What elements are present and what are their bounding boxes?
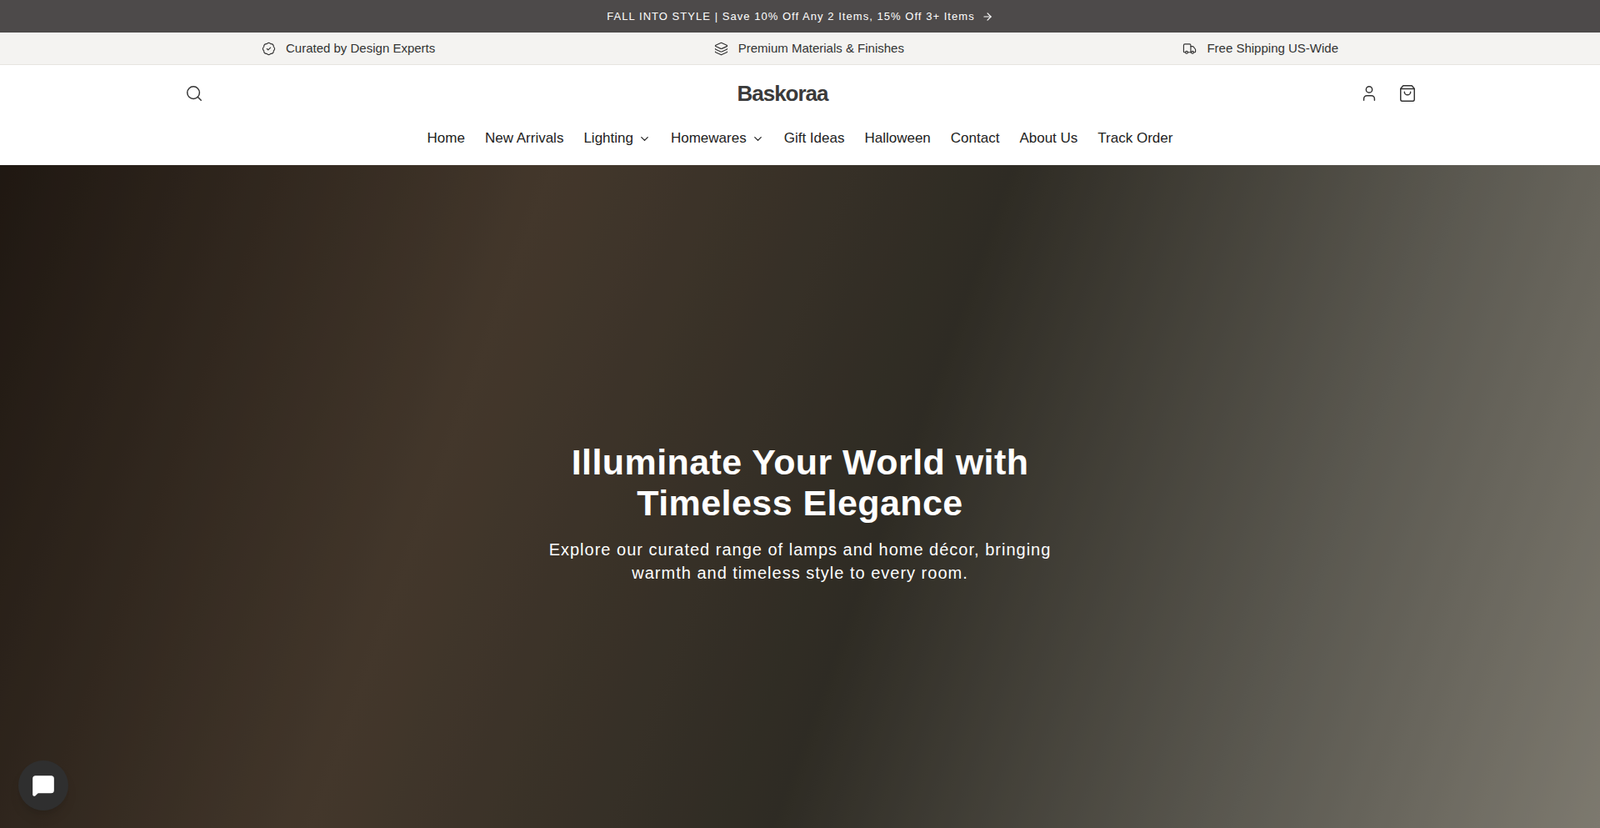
cart-button[interactable] — [1396, 82, 1419, 105]
page: FALL INTO STYLE | Save 10% Off Any 2 Ite… — [0, 0, 1600, 828]
nav-item[interactable]: About Us — [1019, 127, 1078, 150]
announcement-bar[interactable]: FALL INTO STYLE | Save 10% Off Any 2 Ite… — [0, 0, 1600, 33]
chevron-down-icon — [751, 132, 765, 145]
feature-item: Premium Materials & Finishes — [714, 39, 905, 59]
layers-icon — [714, 41, 729, 56]
chevron-down-icon — [638, 132, 651, 145]
badge-icon — [261, 41, 276, 56]
bag-icon — [1398, 84, 1417, 103]
chat-button[interactable] — [18, 760, 69, 810]
search-icon — [185, 84, 204, 103]
chat-icon — [31, 773, 55, 797]
logo[interactable]: Baskoraa — [737, 77, 829, 110]
account-button[interactable] — [1358, 82, 1380, 105]
feature-item: Curated by Design Experts — [261, 39, 435, 59]
truck-icon — [1182, 41, 1197, 56]
announcement-text[interactable]: FALL INTO STYLE | Save 10% Off Any 2 Ite… — [606, 8, 975, 25]
hero-title: Illuminate Your World with Timeless Eleg… — [550, 441, 1050, 522]
nav-item[interactable]: Track Order — [1097, 127, 1173, 150]
user-icon — [1360, 84, 1379, 103]
nav-item[interactable]: Home — [427, 127, 465, 150]
nav-item[interactable]: Halloween — [864, 127, 930, 150]
hero-subtitle: Explore our curated range of lamps and h… — [541, 537, 1059, 585]
search-button[interactable] — [181, 80, 207, 106]
arrow-right-icon — [981, 10, 994, 23]
main-nav: Home New Arrivals Lighting Homewares Gift Id… — [0, 116, 1600, 165]
nav-item[interactable]: Homewares — [670, 127, 765, 150]
header: Baskoraa Home New Arrivals Lighting Homeware… — [0, 65, 1600, 165]
features-bar: Curated by Design Experts Premium Materia… — [0, 32, 1600, 65]
feature-item: Free Shipping US-Wide — [1182, 39, 1339, 59]
nav-item[interactable]: New Arrivals — [485, 127, 564, 150]
nav-item[interactable]: Contact — [950, 127, 1000, 150]
hero: Illuminate Your World with Timeless Eleg… — [0, 165, 1600, 828]
nav-item[interactable]: Lighting — [583, 127, 651, 150]
nav-item[interactable]: Gift Ideas — [784, 127, 845, 150]
